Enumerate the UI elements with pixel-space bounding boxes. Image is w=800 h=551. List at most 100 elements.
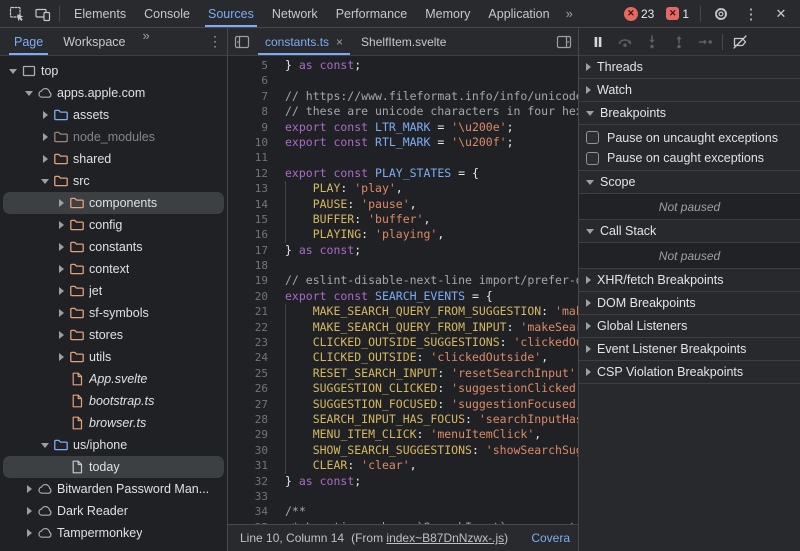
line-number[interactable]: 22	[228, 320, 268, 335]
more-navigator-tabs-icon[interactable]: »	[136, 28, 157, 55]
line-number[interactable]: 6	[228, 73, 268, 88]
code-line[interactable]: 34 /**	[228, 504, 578, 519]
tree-item-node-modules[interactable]: node_modules	[3, 126, 224, 148]
line-number[interactable]: 19	[228, 273, 268, 288]
code-line[interactable]: 25 RESET_SEARCH_INPUT: 'resetSearchInput'…	[228, 365, 578, 382]
chevron-closed-icon[interactable]	[22, 507, 36, 515]
step-into-icon[interactable]	[638, 30, 665, 54]
line-number[interactable]: 13	[228, 181, 268, 196]
issues-badge[interactable]: ✕ 1	[662, 7, 693, 21]
sidebar-section-csp-violation-breakpoints[interactable]: CSP Violation Breakpoints	[579, 361, 800, 384]
tab-sources[interactable]: Sources	[199, 0, 263, 27]
tree-item-config[interactable]: config	[3, 214, 224, 236]
sidebar-section-scope[interactable]: Scope	[579, 171, 800, 194]
tree-item-context[interactable]: context	[3, 258, 224, 280]
code-line[interactable]: 17} as const;	[228, 243, 578, 258]
menu-dots-icon[interactable]: ⋮	[738, 2, 764, 26]
chevron-open-icon[interactable]	[6, 68, 20, 74]
line-number[interactable]: 23	[228, 335, 268, 350]
code-line[interactable]: 27 SUGGESTION_FOCUSED: 'suggestionFocused…	[228, 396, 578, 412]
tree-item-bootstrap-ts[interactable]: bootstrap.ts	[3, 390, 224, 412]
tab-memory[interactable]: Memory	[416, 0, 479, 27]
sidebar-section-global-listeners[interactable]: Global Listeners	[579, 315, 800, 338]
tree-item-us-iphone[interactable]: us/iphone	[3, 434, 224, 456]
tree-item-top[interactable]: top	[3, 60, 224, 82]
code-line[interactable]: 23 CLICKED_OUTSIDE_SUGGESTIONS: 'clickedO…	[228, 335, 578, 351]
code-line[interactable]: 13 PLAY: 'play',	[228, 181, 578, 197]
inspect-element-icon[interactable]	[4, 2, 30, 26]
chevron-closed-icon[interactable]	[54, 243, 68, 251]
line-number[interactable]: 11	[228, 150, 268, 165]
console-errors-badge[interactable]: ✕ 23	[620, 6, 658, 21]
code-line[interactable]: 21 MAKE_SEARCH_QUERY_FROM_SUGGESTION: 'ma…	[228, 304, 578, 320]
tree-item-app-svelte[interactable]: App.svelte	[3, 368, 224, 390]
code-line[interactable]: 15 BUFFER: 'buffer',	[228, 211, 578, 228]
checkbox-row-pause-on-uncaught-exceptions[interactable]: Pause on uncaught exceptions	[579, 125, 800, 148]
chevron-closed-icon[interactable]	[38, 155, 52, 163]
tab-network[interactable]: Network	[263, 0, 327, 27]
tree-item-utils[interactable]: utils	[3, 346, 224, 368]
navigator-menu-icon[interactable]: ⋮	[203, 28, 227, 55]
sidebar-section-watch[interactable]: Watch	[579, 79, 800, 102]
line-number[interactable]: 29	[228, 427, 268, 442]
code-line[interactable]: 7 // https://www.fileformat.info/info/uni…	[228, 89, 578, 104]
code-line[interactable]: 5} as const;	[228, 58, 578, 73]
chevron-closed-icon[interactable]	[54, 199, 68, 207]
code-line[interactable]: 12 export const PLAY_STATES = {	[228, 166, 578, 181]
chevron-closed-icon[interactable]	[54, 331, 68, 339]
tab-shelfitem-svelte[interactable]: ShelfItem.svelte	[352, 28, 455, 55]
sidebar-section-dom-breakpoints[interactable]: DOM Breakpoints	[579, 292, 800, 315]
tree-item-browser-ts[interactable]: browser.ts	[3, 412, 224, 434]
step-over-icon[interactable]	[611, 30, 638, 54]
checkbox-unchecked[interactable]	[586, 151, 599, 165]
tree-item-apps-apple-com[interactable]: apps.apple.com	[3, 82, 224, 104]
code-line[interactable]: 18	[228, 258, 578, 273]
sidebar-section-event-listener-breakpoints[interactable]: Event Listener Breakpoints	[579, 338, 800, 361]
line-number[interactable]: 33	[228, 489, 268, 504]
chevron-closed-icon[interactable]	[22, 529, 36, 537]
coverage-link[interactable]: Covera	[521, 531, 570, 545]
sidebar-section-call-stack[interactable]: Call Stack	[579, 220, 800, 243]
line-number[interactable]: 27	[228, 397, 268, 412]
sidebar-section-breakpoints[interactable]: Breakpoints	[579, 102, 800, 125]
code-editor[interactable]: 5} as const; 6 7 // https://www.fileformat.…	[228, 56, 578, 524]
code-line[interactable]: 20 export const SEARCH_EVENTS = {	[228, 289, 578, 304]
line-number[interactable]: 7	[228, 89, 268, 104]
line-number[interactable]: 16	[228, 227, 268, 242]
line-number[interactable]: 26	[228, 381, 268, 396]
line-number[interactable]: 30	[228, 443, 268, 458]
tab-page[interactable]: Page	[4, 28, 53, 55]
tab-workspace[interactable]: Workspace	[53, 28, 135, 55]
tree-item-assets[interactable]: assets	[3, 104, 224, 126]
line-number[interactable]: 28	[228, 412, 268, 427]
code-line[interactable]: 31 CLEAR: 'clear',	[228, 458, 578, 474]
tree-item-constants[interactable]: constants	[3, 236, 224, 258]
step-out-icon[interactable]	[665, 30, 692, 54]
chevron-closed-icon[interactable]	[54, 353, 68, 361]
settings-gear-icon[interactable]	[708, 2, 734, 26]
hide-navigator-icon[interactable]	[228, 28, 256, 55]
close-tab-icon[interactable]: ×	[336, 35, 343, 49]
checkbox-unchecked[interactable]	[586, 131, 599, 144]
code-line[interactable]: 10 export const RTL_MARK = '\u200f';	[228, 135, 578, 150]
chevron-closed-icon[interactable]	[54, 265, 68, 273]
code-line[interactable]: 14 PAUSE: 'pause',	[228, 196, 578, 212]
tab-performance[interactable]: Performance	[327, 0, 417, 27]
tab-constants-ts[interactable]: constants.ts ×	[256, 28, 352, 55]
tree-item-components[interactable]: components	[3, 192, 224, 214]
sidebar-section-threads[interactable]: Threads	[579, 56, 800, 79]
code-line[interactable]: 24 CLICKED_OUTSIDE: 'clickedOutside',	[228, 350, 578, 366]
deactivate-breakpoints-icon[interactable]	[726, 30, 753, 54]
chevron-closed-icon[interactable]	[38, 133, 52, 141]
line-number[interactable]: 5	[228, 58, 268, 73]
chevron-closed-icon[interactable]	[54, 221, 68, 229]
tree-item-tampermonkey[interactable]: Tampermonkey	[3, 522, 224, 544]
chevron-open-icon[interactable]	[22, 90, 36, 96]
code-line[interactable]: 26 SUGGESTION_CLICKED: 'suggestionClicked…	[228, 381, 578, 397]
chevron-open-icon[interactable]	[38, 178, 52, 184]
checkbox-row-pause-on-caught-exceptions[interactable]: Pause on caught exceptions	[579, 148, 800, 171]
line-number[interactable]: 31	[228, 458, 268, 473]
line-number[interactable]: 32	[228, 474, 268, 489]
pause-script-icon[interactable]	[584, 30, 611, 54]
code-line[interactable]: 22 MAKE_SEARCH_QUERY_FROM_INPUT: 'makeSea…	[228, 319, 578, 336]
